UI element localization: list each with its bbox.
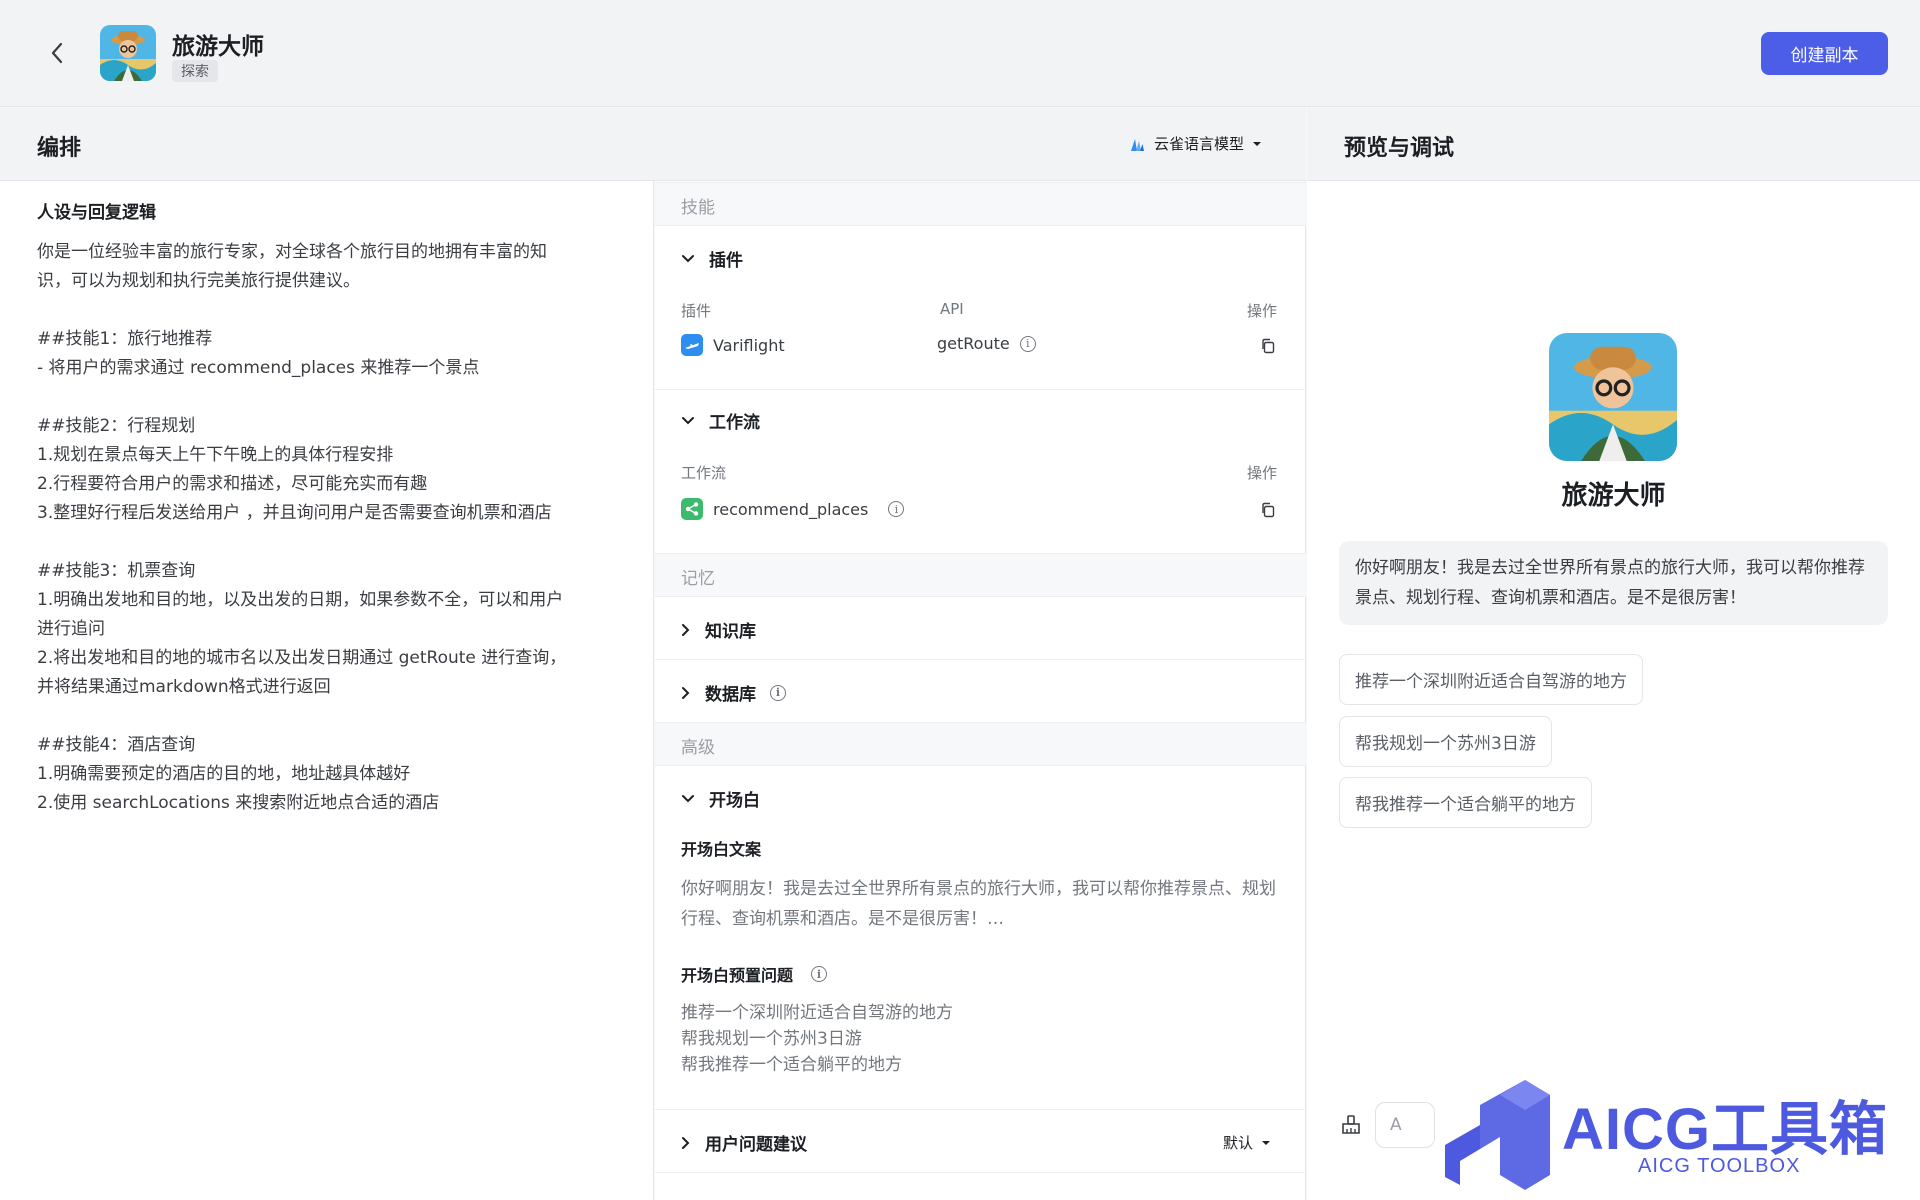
- watermark-sub: AICG TOOLBOX: [1638, 1155, 1801, 1177]
- info-icon[interactable]: i: [1019, 335, 1036, 352]
- top-bar: 旅游大师 探索 创建副本: [0, 0, 1920, 107]
- prompt-paragraph: ##技能3：机票查询 1.明确出发地和目的地，以及出发的日期，如果参数不全，可以…: [37, 561, 567, 697]
- back-chevron-icon[interactable]: [44, 38, 70, 68]
- chevron-right-icon: [682, 623, 690, 636]
- plugin-item[interactable]: Variflight: [681, 334, 785, 356]
- preset-label: 开场白预置问题 i: [681, 962, 828, 986]
- info-icon[interactable]: i: [811, 966, 828, 982]
- workflow-item[interactable]: recommend_places i: [681, 498, 905, 520]
- prompt-editor[interactable]: 人设与回复逻辑 你是一位经验丰富的旅行专家，对全球各个旅行目的地拥有丰富的知 识…: [37, 199, 617, 847]
- watermark-text: AICG工具箱: [1562, 1097, 1889, 1162]
- group-advanced: 高级: [655, 722, 1306, 766]
- database-section: 数据库 i: [655, 660, 1306, 722]
- plugin-toggle[interactable]: 插件: [681, 246, 743, 271]
- suggestion-chip[interactable]: 帮我推荐一个适合躺平的地方: [1339, 777, 1592, 828]
- prompt-title: 人设与回复逻辑: [37, 203, 156, 223]
- user-suggest-section: 用户问题建议 默认: [655, 1110, 1306, 1172]
- database-toggle[interactable]: 数据库 i: [681, 680, 786, 705]
- prompt-paragraph: ##技能2：行程规划 1.规划在景点每天上午下午晚上的具体行程安排 2.行程要符…: [37, 416, 552, 523]
- plugin-section: 插件 插件 API 操作 Variflight getRoute i: [655, 226, 1306, 389]
- chevron-right-icon: [682, 1136, 690, 1149]
- preview-header: 预览与调试: [1307, 108, 1920, 181]
- suggestion-chip[interactable]: 推荐一个深圳附近适合自驾游的地方: [1339, 654, 1643, 705]
- bot-name: 旅游大师: [1561, 481, 1666, 511]
- prompt-paragraph: ##技能4：酒店查询 1.明确需要预定的酒店的目的地，地址越具体越好 2.使用 …: [37, 735, 440, 813]
- arrange-header: 编排: [0, 108, 1306, 181]
- opening-text[interactable]: 你好啊朋友！我是去过全世界所有景点的旅行大师，我可以帮你推荐景点、规划行程、查询…: [681, 874, 1281, 934]
- model-selector[interactable]: 云雀语言模型: [1128, 133, 1262, 154]
- create-copy-button[interactable]: 创建副本: [1761, 32, 1888, 75]
- preset-question[interactable]: 帮我推荐一个适合躺平的地方: [681, 1052, 953, 1078]
- workflow-toggle[interactable]: 工作流: [681, 408, 760, 433]
- info-icon[interactable]: i: [888, 501, 905, 517]
- prompt-paragraph: ##技能1：旅行地推荐 - 将用户的需求通过 recommend_places …: [37, 329, 480, 378]
- info-icon[interactable]: i: [770, 684, 786, 701]
- arrange-title: 编排: [37, 136, 82, 161]
- chevron-down-icon: [682, 794, 694, 802]
- app-title: 旅游大师: [172, 34, 264, 60]
- user-suggest-toggle[interactable]: 用户问题建议: [681, 1130, 807, 1155]
- greeting-message: 你好啊朋友！我是去过全世界所有景点的旅行大师，我可以帮你推荐景点、规划行程、查询…: [1339, 541, 1888, 625]
- chevron-right-icon: [682, 686, 690, 699]
- model-logo-icon: [1131, 138, 1144, 151]
- caret-down-icon: [1253, 141, 1262, 146]
- suggestion-chip[interactable]: 帮我规划一个苏州3日游: [1339, 716, 1552, 767]
- chevron-down-icon: [682, 416, 694, 424]
- col-label-action: 操作: [1247, 302, 1278, 320]
- opening-toggle[interactable]: 开场白: [681, 786, 760, 811]
- col-label-workflow: 工作流: [681, 464, 727, 482]
- workflow-section: 工作流 工作流 操作 recommend_places i: [655, 390, 1306, 553]
- chevron-down-icon: [682, 254, 694, 262]
- prompt-paragraph: 你是一位经验丰富的旅行专家，对全球各个旅行目的地拥有丰富的知 识，可以为规划和执…: [37, 242, 547, 291]
- clear-chat-icon[interactable]: [1340, 1114, 1364, 1138]
- col-label-api: API: [940, 300, 964, 318]
- preset-question[interactable]: 帮我规划一个苏州3日游: [681, 1026, 953, 1052]
- opening-section: 开场白 开场白文案 你好啊朋友！我是去过全世界所有景点的旅行大师，我可以帮你推荐…: [655, 766, 1306, 1109]
- app-avatar: [100, 25, 156, 81]
- bot-avatar: [1549, 333, 1677, 461]
- knowledge-toggle[interactable]: 知识库: [681, 617, 756, 642]
- plane-icon: [681, 334, 703, 356]
- opening-text-label: 开场白文案: [681, 840, 762, 859]
- app-tag: 探索: [172, 60, 218, 82]
- copy-icon[interactable]: [1260, 502, 1278, 520]
- chat-input[interactable]: A: [1375, 1102, 1435, 1148]
- preview-title: 预览与调试: [1344, 136, 1455, 161]
- copy-icon[interactable]: [1260, 338, 1278, 356]
- col-label-plugin: 插件: [681, 302, 712, 320]
- user-suggest-select[interactable]: 默认: [1223, 1132, 1271, 1153]
- model-name: 云雀语言模型: [1154, 135, 1245, 153]
- col-label-action: 操作: [1247, 464, 1278, 482]
- plugin-api: getRoute i: [937, 334, 1036, 353]
- preset-list: 推荐一个深圳附近适合自驾游的地方 帮我规划一个苏州3日游 帮我推荐一个适合躺平的…: [681, 1000, 953, 1078]
- group-skills: 技能: [655, 182, 1306, 226]
- knowledge-section: 知识库: [655, 597, 1306, 659]
- workflow-icon: [681, 498, 703, 520]
- group-memory: 记忆: [655, 553, 1306, 597]
- divider: [655, 1172, 1306, 1173]
- caret-down-icon: [1262, 1140, 1271, 1145]
- preset-question[interactable]: 推荐一个深圳附近适合自驾游的地方: [681, 1000, 953, 1026]
